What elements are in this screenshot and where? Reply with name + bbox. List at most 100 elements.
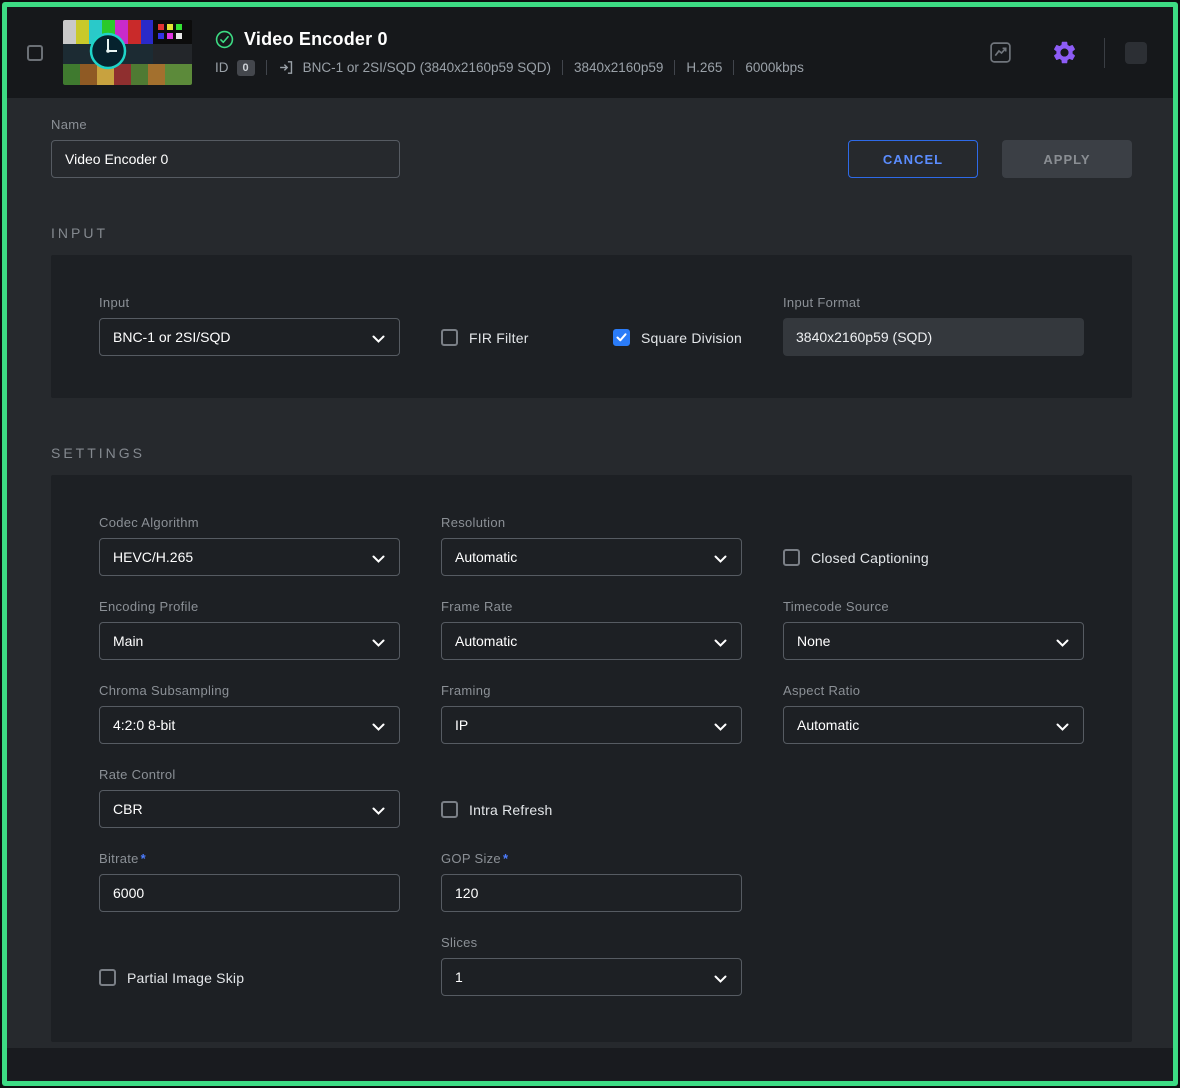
input-format-field: Input Format 3840x2160p59 (SQD) (783, 295, 1084, 356)
meta-separator (562, 60, 563, 75)
chroma-subsampling-select[interactable]: 4:2:0 8-bit (99, 706, 400, 744)
main-content: Name CANCEL APPLY INPUT Input BNC-1 or 2… (7, 98, 1173, 1048)
closed-captioning-checkbox-box[interactable] (783, 549, 800, 566)
intra-refresh-cell: Intra Refresh (441, 801, 742, 828)
chevron-down-icon (372, 807, 385, 815)
encoding-profile-label: Encoding Profile (99, 599, 400, 614)
gop-size-input[interactable] (441, 874, 742, 912)
title-block: Video Encoder 0 ID 0 BNC-1 or 2SI/SQD (3… (215, 29, 804, 76)
codec-algorithm-label: Codec Algorithm (99, 515, 400, 530)
framing-value: IP (455, 717, 468, 733)
partial-image-skip-checkbox[interactable]: Partial Image Skip (99, 969, 244, 986)
fir-filter-checkbox-box[interactable] (441, 329, 458, 346)
rate-control-field: Rate Control CBR (99, 767, 400, 828)
input-label: Input (99, 295, 400, 310)
encoding-profile-select[interactable]: Main (99, 622, 400, 660)
page-title: Video Encoder 0 (244, 29, 388, 50)
name-row: Name CANCEL APPLY (51, 117, 1132, 178)
square-division-checkbox-box[interactable] (613, 329, 630, 346)
codec-algorithm-value: HEVC/H.265 (113, 549, 193, 565)
spacer (783, 767, 1084, 828)
frame-rate-field: Frame Rate Automatic (441, 599, 742, 660)
settings-panel: Codec Algorithm HEVC/H.265 Resolution Au… (51, 475, 1132, 1042)
slices-select[interactable]: 1 (441, 958, 742, 996)
chevron-down-icon (714, 639, 727, 647)
stats-button[interactable] (984, 36, 1017, 69)
apply-button[interactable]: APPLY (1002, 140, 1132, 178)
framing-select[interactable]: IP (441, 706, 742, 744)
resolution-field: Resolution Automatic (441, 515, 742, 576)
meta-row: ID 0 BNC-1 or 2SI/SQD (3840x2160p59 SQD)… (215, 59, 804, 76)
gear-icon (1051, 39, 1078, 66)
closed-captioning-cell: Closed Captioning (783, 549, 1084, 576)
framing-field: Framing IP (441, 683, 742, 744)
resolution-select[interactable]: Automatic (441, 538, 742, 576)
codec-algorithm-field: Codec Algorithm HEVC/H.265 (99, 515, 400, 576)
intra-refresh-label: Intra Refresh (469, 802, 553, 818)
input-format-value: 3840x2160p59 (SQD) (783, 318, 1084, 356)
settings-button[interactable] (1047, 35, 1082, 70)
rate-control-select[interactable]: CBR (99, 790, 400, 828)
resolution-value: 3840x2160p59 (574, 60, 663, 75)
encoder-window: Video Encoder 0 ID 0 BNC-1 or 2SI/SQD (3… (7, 7, 1173, 1081)
preview-thumbnail[interactable] (63, 20, 192, 85)
rate-control-label: Rate Control (99, 767, 400, 782)
closed-captioning-checkbox[interactable]: Closed Captioning (783, 549, 929, 566)
input-select[interactable]: BNC-1 or 2SI/SQD (99, 318, 400, 356)
encoding-profile-field: Encoding Profile Main (99, 599, 400, 660)
cancel-button[interactable]: CANCEL (848, 140, 978, 178)
header-actions (984, 35, 1147, 70)
timecode-source-value: None (797, 633, 830, 649)
resolution-label: Resolution (441, 515, 742, 530)
slices-field: Slices 1 (441, 935, 742, 996)
name-label: Name (51, 117, 400, 132)
partial-image-skip-label: Partial Image Skip (127, 970, 244, 986)
square-division-label: Square Division (641, 330, 742, 346)
intra-refresh-checkbox-box[interactable] (441, 801, 458, 818)
bitrate-input[interactable] (99, 874, 400, 912)
header-bar: Video Encoder 0 ID 0 BNC-1 or 2SI/SQD (3… (7, 7, 1173, 98)
check-circle-icon (215, 30, 234, 49)
square-division-checkbox[interactable]: Square Division (613, 329, 742, 346)
partial-image-skip-cell: Partial Image Skip (99, 969, 400, 996)
aspect-ratio-select[interactable]: Automatic (783, 706, 1084, 744)
aspect-ratio-field: Aspect Ratio Automatic (783, 683, 1084, 744)
input-panel: Input BNC-1 or 2SI/SQD FIR Filter (51, 255, 1132, 398)
fir-filter-checkbox[interactable]: FIR Filter (441, 329, 529, 346)
settings-section-heading: SETTINGS (51, 445, 1132, 461)
frame-rate-select[interactable]: Automatic (441, 622, 742, 660)
timecode-source-select[interactable]: None (783, 622, 1084, 660)
chroma-subsampling-label: Chroma Subsampling (99, 683, 400, 698)
gop-size-label: GOP Size* (441, 851, 742, 866)
slices-value: 1 (455, 969, 463, 985)
codec-value: H.265 (686, 60, 722, 75)
intra-refresh-checkbox[interactable]: Intra Refresh (441, 801, 553, 818)
test-pattern-image (63, 20, 192, 85)
input-field: Input BNC-1 or 2SI/SQD (99, 295, 400, 356)
input-format-label: Input Format (783, 295, 1084, 310)
id-label: ID (215, 60, 229, 75)
resolution-value: Automatic (455, 549, 517, 565)
footer-bar (7, 1048, 1173, 1081)
codec-algorithm-select[interactable]: HEVC/H.265 (99, 538, 400, 576)
timecode-source-field: Timecode Source None (783, 599, 1084, 660)
chevron-down-icon (372, 335, 385, 343)
window-frame: Video Encoder 0 ID 0 BNC-1 or 2SI/SQD (3… (2, 2, 1178, 1086)
aspect-ratio-value: Automatic (797, 717, 859, 733)
framing-label: Framing (441, 683, 742, 698)
frame-rate-value: Automatic (455, 633, 517, 649)
input-section-heading: INPUT (51, 225, 1132, 241)
chroma-subsampling-value: 4:2:0 8-bit (113, 717, 175, 733)
frame-rate-label: Frame Rate (441, 599, 742, 614)
chevron-down-icon (372, 555, 385, 563)
select-encoder-checkbox[interactable] (27, 45, 43, 61)
name-input[interactable] (51, 140, 400, 178)
spacer (783, 851, 1084, 912)
arrow-into-bracket-icon (278, 59, 295, 76)
partial-image-skip-checkbox-box[interactable] (99, 969, 116, 986)
chevron-down-icon (1056, 723, 1069, 731)
bitrate-field: Bitrate* (99, 851, 400, 912)
collapse-button[interactable] (1125, 42, 1147, 64)
meta-separator (674, 60, 675, 75)
bitrate-label: Bitrate* (99, 851, 400, 866)
